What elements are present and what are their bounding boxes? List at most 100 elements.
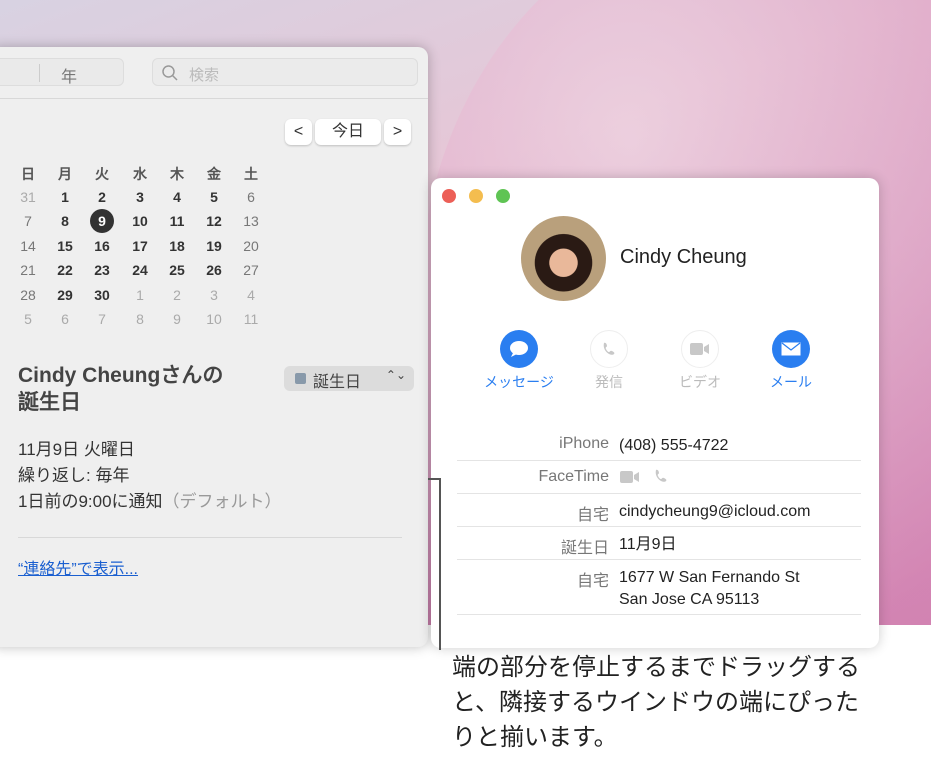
day-cell[interactable]: 2	[162, 287, 192, 303]
day-cell[interactable]: 1	[125, 287, 155, 303]
divider	[18, 537, 402, 538]
video-action-button[interactable]: ビデオ	[660, 330, 740, 392]
contact-field-row: 誕生日 11月9日	[457, 527, 861, 560]
field-label: 自宅	[576, 507, 609, 524]
calendar-window: 年 検索 < 今日 > 日月火水木金土 31 1 2 3 4 5 6 7 8 9 10 11 12 13 14…	[0, 47, 428, 647]
day-cell[interactable]: 31	[13, 189, 43, 205]
action-label: メッセージ	[484, 374, 554, 390]
next-month-button[interactable]: >	[384, 119, 411, 145]
contact-name: Cindy Cheung	[620, 246, 747, 268]
prev-month-button[interactable]: <	[285, 119, 312, 145]
day-cell[interactable]: 8	[50, 213, 80, 229]
day-cell[interactable]: 22	[50, 262, 80, 278]
day-cell[interactable]: 19	[199, 238, 229, 254]
day-cell[interactable]: 5	[13, 311, 43, 327]
weekday-header: 木	[170, 166, 184, 182]
phone-icon[interactable]	[653, 468, 669, 484]
show-in-contacts-link[interactable]: “連絡先”で表示...	[18, 555, 138, 579]
alert-note: （デフォルト）	[162, 492, 282, 511]
day-cell[interactable]: 6	[50, 311, 80, 327]
video-icon	[681, 330, 719, 368]
minimize-button[interactable]	[469, 189, 483, 203]
day-cell[interactable]: 28	[13, 287, 43, 303]
phone-action-button[interactable]: 発信	[569, 330, 649, 392]
day-cell[interactable]: 29	[50, 287, 80, 303]
search-field[interactable]: 検索	[152, 58, 418, 86]
field-label: FaceTime	[538, 468, 609, 485]
day-cell[interactable]: 3	[199, 287, 229, 303]
day-cell[interactable]: 11	[162, 213, 192, 229]
alert-text: 1日前の9:00に通知	[18, 492, 163, 511]
day-cell[interactable]: 10	[199, 311, 229, 327]
day-cell[interactable]: 23	[87, 262, 117, 278]
field-value[interactable]: 1677 W San Fernando St San Jose CA 95113	[619, 567, 800, 611]
day-cell[interactable]: 10	[125, 213, 155, 229]
weekday-header: 火	[95, 166, 109, 182]
day-cell[interactable]: 27	[236, 262, 266, 278]
action-label: ビデオ	[679, 374, 721, 390]
day-cell[interactable]: 21	[13, 262, 43, 278]
mail-action-button[interactable]: メール	[751, 330, 831, 392]
field-value[interactable]: 11月9日	[619, 534, 677, 556]
field-label: 自宅	[576, 573, 609, 590]
calendar-name: 誕生日	[313, 374, 362, 391]
view-segmented-control[interactable]: 年	[0, 58, 124, 86]
event-title[interactable]: Cindy Cheungさんの誕生日	[18, 362, 238, 416]
day-cell[interactable]: 20	[236, 238, 266, 254]
calendar-popup[interactable]: 誕生日 ⌃⌄	[284, 366, 414, 391]
weekday-header: 土	[244, 166, 258, 182]
zoom-button[interactable]	[496, 189, 510, 203]
day-cell[interactable]: 1	[50, 189, 80, 205]
day-cell[interactable]: 2	[87, 189, 117, 205]
day-cell[interactable]: 26	[199, 262, 229, 278]
contact-field-row: FaceTime	[457, 461, 861, 494]
day-cell[interactable]: 9	[90, 209, 114, 234]
day-cell[interactable]: 4	[236, 287, 266, 303]
field-label: 誕生日	[560, 540, 609, 557]
action-label: 発信	[595, 374, 623, 390]
day-cell[interactable]: 8	[125, 311, 155, 327]
day-cell[interactable]: 5	[199, 189, 229, 205]
event-alert[interactable]: 1日前の9:00に通知（デフォルト）	[18, 487, 282, 512]
phone-icon	[590, 330, 628, 368]
day-cell[interactable]: 4	[162, 189, 192, 205]
event-repeat: 繰り返し: 毎年	[18, 466, 130, 485]
day-cell[interactable]: 17	[125, 238, 155, 254]
calendar-color-swatch	[295, 373, 306, 384]
contact-field-row: 自宅 cindycheung9@icloud.com	[457, 494, 861, 527]
year-view-tab[interactable]: 年	[61, 63, 77, 87]
day-cell[interactable]: 12	[199, 213, 229, 229]
day-cell[interactable]: 6	[236, 189, 266, 205]
weekday-header: 月	[58, 166, 72, 182]
close-button[interactable]	[442, 189, 456, 203]
weekday-header: 金	[207, 166, 221, 182]
weekday-header: 日	[21, 166, 35, 182]
today-button[interactable]: 今日	[315, 119, 381, 145]
day-cell[interactable]: 18	[162, 238, 192, 254]
search-placeholder: 検索	[189, 67, 220, 84]
message-action-button[interactable]: メッセージ	[479, 330, 559, 392]
field-label: iPhone	[559, 435, 609, 452]
callout-line	[439, 478, 441, 650]
day-cell[interactable]: 11	[236, 311, 266, 327]
day-cell[interactable]: 25	[162, 262, 192, 278]
day-cell[interactable]: 9	[162, 311, 192, 327]
field-value[interactable]: cindycheung9@icloud.com	[619, 501, 810, 523]
contact-window: Cindy Cheung メッセージ 発信 ビデオ メール iPhone (408) 5…	[431, 178, 879, 648]
day-cell[interactable]: 16	[87, 238, 117, 254]
day-cell[interactable]: 3	[125, 189, 155, 205]
day-cell[interactable]: 15	[50, 238, 80, 254]
day-cell[interactable]: 14	[13, 238, 43, 254]
contact-field-row: 自宅 1677 W San Fernando St San Jose CA 951…	[457, 560, 861, 615]
avatar	[521, 216, 606, 301]
day-cell[interactable]: 13	[236, 213, 266, 229]
day-cell[interactable]: 7	[87, 311, 117, 327]
day-cell[interactable]: 7	[13, 213, 43, 229]
day-cell[interactable]: 24	[125, 262, 155, 278]
field-value[interactable]: (408) 555-4722	[619, 435, 728, 457]
mail-icon	[772, 330, 810, 368]
video-icon[interactable]	[619, 470, 641, 484]
message-icon	[500, 330, 538, 368]
day-cell[interactable]: 30	[87, 287, 117, 303]
weekday-header: 水	[133, 166, 147, 182]
